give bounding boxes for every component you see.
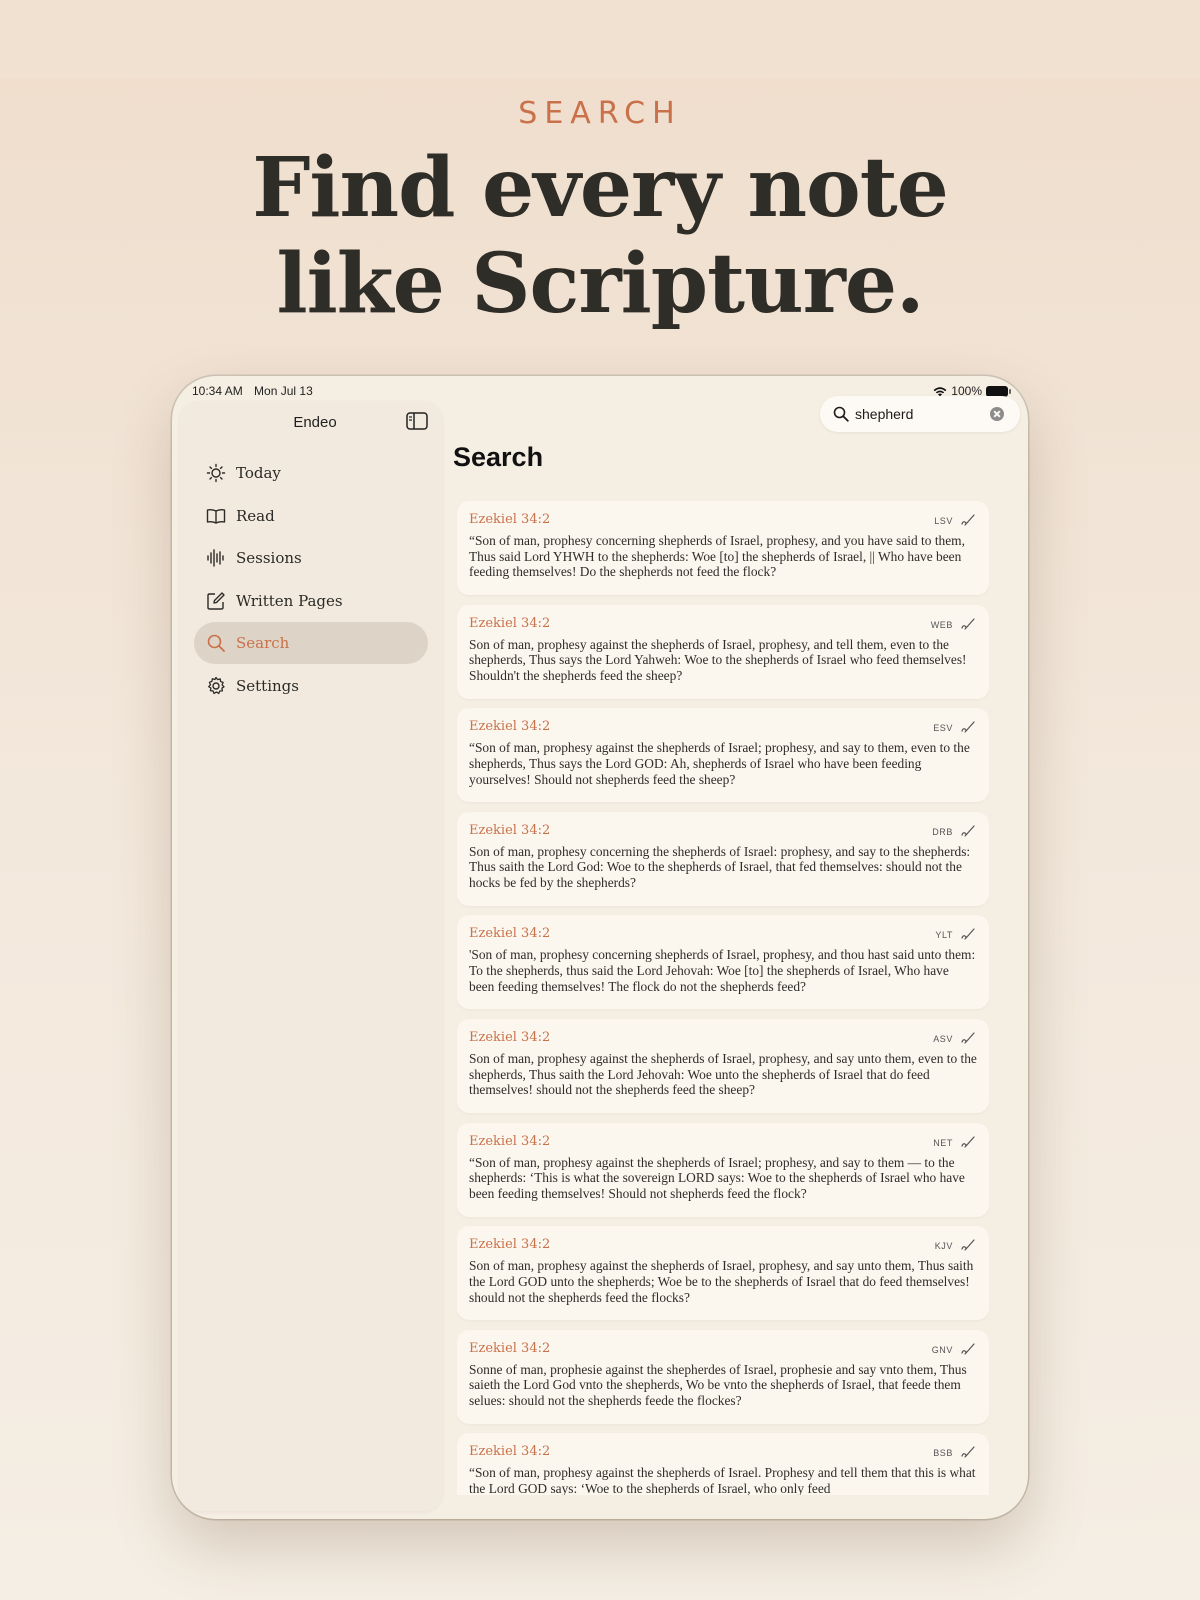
result-card[interactable]: Ezekiel 34:2 GNV Sonne of man, prophesie…: [457, 1329, 989, 1424]
version-badge: LSV: [934, 516, 953, 526]
eyebrow-label: SEARCH: [518, 96, 682, 131]
annotate-pen-icon[interactable]: [960, 617, 976, 631]
verse-text: Son of man, prophesy against the shepher…: [469, 1258, 974, 1305]
battery-icon: [986, 385, 1011, 397]
ipad-frame: 10:34 AM Mon Jul 13 100% Endeo Today Rea…: [172, 376, 1028, 1519]
verse-text: “Son of man, prophesy concerning shepher…: [469, 533, 965, 580]
search-icon: [207, 635, 225, 653]
sidebar-item-label: Sessions: [236, 549, 302, 568]
search-results-list[interactable]: Ezekiel 34:2 LSV “Son of man, prophesy c…: [457, 501, 989, 1495]
sidebar-item-today[interactable]: Today: [194, 452, 428, 494]
sidebar-list: Today Read Sessions Written Pages Search…: [194, 452, 428, 708]
waveform-icon: [207, 549, 224, 567]
annotate-pen-icon[interactable]: [960, 1445, 976, 1459]
version-badge: NET: [933, 1137, 953, 1148]
verse-text: Sonne of man, prophesie against the shep…: [469, 1361, 967, 1409]
annotate-pen-icon[interactable]: [960, 824, 976, 838]
sun-icon: [206, 463, 226, 483]
sidebar-item-sessions[interactable]: Sessions: [194, 537, 428, 579]
result-card[interactable]: Ezekiel 34:2 BSB “Son of man, prophesy a…: [457, 1433, 989, 1495]
page-title: Search: [453, 442, 544, 472]
verse-reference: Ezekiel 34:2: [469, 926, 551, 942]
version-badge: BSB: [933, 1448, 953, 1459]
verse-reference: Ezekiel 34:2: [469, 822, 551, 838]
sidebar-item-read[interactable]: Read: [194, 495, 428, 537]
result-card[interactable]: Ezekiel 34:2 NET “Son of man, prophesy a…: [457, 1122, 989, 1217]
result-card[interactable]: Ezekiel 34:2 WEB Son of man, prophesy ag…: [457, 604, 989, 699]
version-badge: WEB: [930, 619, 953, 630]
result-card[interactable]: Ezekiel 34:2 KJV Son of man, prophesy ag…: [457, 1226, 989, 1321]
sidebar: Endeo Today Read Sessions Written Pages …: [180, 402, 442, 1511]
verse-reference: Ezekiel 34:2: [469, 1340, 551, 1356]
annotate-pen-icon[interactable]: [960, 1238, 976, 1252]
verse-text: “Son of man, prophesy against the shephe…: [469, 1154, 965, 1201]
verse-reference: Ezekiel 34:2: [469, 512, 551, 527]
sidebar-item-label: Today: [236, 464, 281, 482]
sidebar-item-settings[interactable]: Settings: [194, 665, 428, 707]
book-icon: [206, 508, 226, 524]
annotate-pen-icon[interactable]: [960, 720, 976, 734]
verse-reference: Ezekiel 34:2: [469, 615, 551, 631]
top-band: [0, 0, 1200, 78]
status-left: 10:34 AM Mon Jul 13: [192, 384, 321, 398]
version-badge: YLT: [935, 930, 953, 941]
verse-reference: Ezekiel 34:2: [469, 1237, 551, 1253]
sidebar-item-written-pages[interactable]: Written Pages: [194, 580, 428, 622]
search-icon: [833, 406, 849, 422]
headline: Find every note like Scripture.: [0, 140, 1200, 332]
clear-search-icon[interactable]: [990, 407, 1004, 421]
verse-text: “Son of man, prophesy against the shephe…: [469, 740, 970, 787]
sidebar-toggle-icon[interactable]: [406, 412, 428, 430]
result-card[interactable]: Ezekiel 34:2 YLT 'Son of man, prophesy c…: [457, 915, 989, 1010]
verse-text: Son of man, prophesy against the shepher…: [469, 636, 967, 683]
result-card[interactable]: Ezekiel 34:2 LSV “Son of man, prophesy c…: [457, 501, 989, 595]
version-badge: ESV: [933, 723, 953, 734]
verse-reference: Ezekiel 34:2: [469, 1444, 551, 1460]
annotate-pen-icon[interactable]: [960, 927, 976, 941]
version-badge: GNV: [931, 1344, 953, 1355]
sidebar-item-label: Search: [236, 634, 290, 653]
search-input[interactable]: [855, 404, 983, 424]
status-date: Mon Jul 13: [254, 384, 313, 398]
version-badge: DRB: [932, 826, 953, 837]
version-badge: KJV: [934, 1241, 953, 1252]
annotate-pen-icon[interactable]: [960, 1031, 976, 1045]
verse-text: Son of man, prophesy against the shepher…: [469, 1050, 977, 1098]
gear-icon: [208, 676, 225, 695]
result-card[interactable]: Ezekiel 34:2 ASV Son of man, prophesy ag…: [457, 1018, 989, 1113]
status-time: 10:34 AM: [192, 384, 243, 398]
verse-text: 'Son of man, prophesy concerning shepher…: [469, 947, 976, 994]
verse-text: Son of man, prophesy concerning the shep…: [469, 843, 971, 891]
result-card[interactable]: Ezekiel 34:2 ESV “Son of man, prophesy a…: [457, 708, 989, 803]
sidebar-item-label: Written Pages: [236, 591, 343, 610]
version-badge: ASV: [933, 1033, 953, 1044]
search-field[interactable]: [820, 396, 1020, 432]
verse-reference: Ezekiel 34:2: [469, 1029, 551, 1045]
verse-reference: Ezekiel 34:2: [469, 1133, 551, 1149]
verse-reference: Ezekiel 34:2: [469, 719, 551, 735]
annotate-pen-icon[interactable]: [960, 1342, 976, 1356]
headline-line-2: like Scripture.: [276, 236, 924, 332]
verse-text: “Son of man, prophesy against the shephe…: [469, 1465, 976, 1495]
compose-icon: [207, 592, 225, 610]
wifi-icon: [933, 386, 947, 396]
headline-line-1: Find every note: [252, 140, 949, 236]
sidebar-item-search[interactable]: Search: [194, 622, 428, 665]
sidebar-item-label: Read: [236, 506, 275, 525]
sidebar-item-label: Settings: [236, 676, 299, 695]
result-card[interactable]: Ezekiel 34:2 DRB Son of man, prophesy co…: [457, 811, 989, 906]
annotate-pen-icon[interactable]: [960, 513, 976, 527]
annotate-pen-icon[interactable]: [960, 1135, 976, 1149]
